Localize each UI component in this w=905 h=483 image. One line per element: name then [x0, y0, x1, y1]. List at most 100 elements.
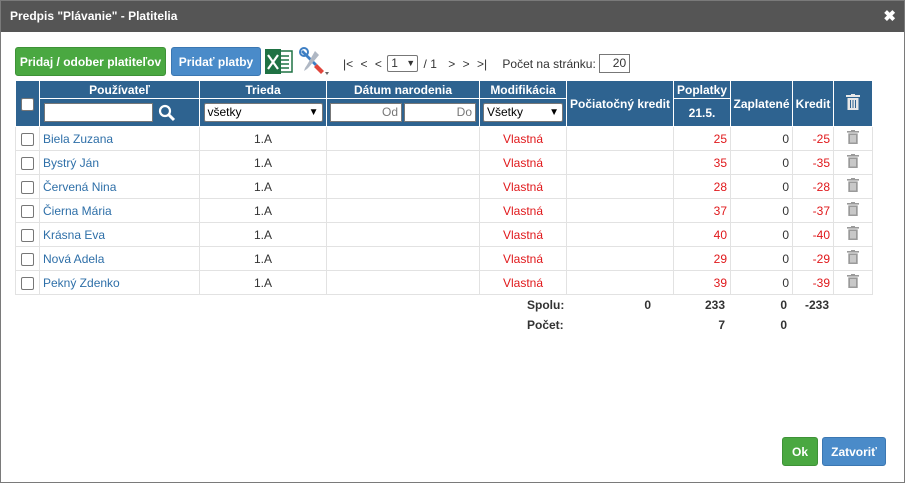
row-checkbox[interactable] [21, 252, 34, 266]
fee-cell[interactable]: 28 [673, 174, 731, 199]
modification-cell[interactable]: Vlastná [479, 198, 567, 223]
col-modification[interactable]: Modifikácia [479, 80, 567, 99]
col-class[interactable]: Trieda [199, 80, 327, 99]
pager-next[interactable]: > [448, 57, 455, 71]
add-payments-button[interactable]: Pridať platby [171, 47, 261, 76]
modification-cell[interactable]: Vlastná [479, 246, 567, 271]
per-page-input[interactable]: 20 [599, 54, 631, 73]
modification-filter-select[interactable]: Všetky ▼ [483, 103, 563, 122]
user-name-link[interactable]: Červená Nina [43, 180, 116, 194]
trash-icon[interactable] [847, 178, 859, 192]
initial-credit-cell [566, 174, 674, 199]
tools-icon[interactable] [299, 47, 331, 77]
fee-cell[interactable]: 25 [673, 126, 731, 151]
row-checkbox[interactable] [21, 204, 34, 218]
payers-table: Používateľ Trieda Dátum narodenia Modifi… [15, 80, 873, 295]
pager-prev-fast[interactable]: < [360, 57, 367, 71]
pager-last[interactable]: >| [477, 57, 487, 71]
user-name-link[interactable]: Čierna Mária [43, 204, 112, 218]
page-count: / 1 [423, 56, 437, 71]
modification-cell[interactable]: Vlastná [479, 150, 567, 175]
close-icon[interactable]: ✖ [883, 1, 896, 32]
modification-cell[interactable]: Vlastná [479, 126, 567, 151]
add-remove-payers-button[interactable]: Pridaj / odober platiteľov [15, 47, 166, 76]
delete-cell [833, 150, 873, 175]
col-initial-credit[interactable]: Počiatočný kredit [566, 80, 674, 127]
delete-cell [833, 246, 873, 271]
chevron-down-icon: ▼ [549, 107, 559, 118]
row-select-cell [15, 222, 40, 247]
col-birth-date[interactable]: Dátum narodenia [326, 80, 480, 99]
class-filter-value: všetky [207, 105, 242, 119]
class-filter-select[interactable]: všetky ▼ [203, 103, 323, 122]
modification-cell[interactable]: Vlastná [479, 270, 567, 295]
fee-cell[interactable]: 37 [673, 198, 731, 223]
credit-cell: -37 [792, 198, 834, 223]
trash-icon[interactable] [846, 94, 860, 110]
class-cell: 1.A [199, 150, 327, 175]
col-fees[interactable]: Poplatky [673, 80, 731, 99]
class-cell: 1.A [199, 198, 327, 223]
user-name-link[interactable]: Nová Adela [43, 252, 104, 266]
search-icon[interactable] [158, 104, 176, 122]
ok-button[interactable]: Ok [782, 437, 818, 466]
fee-cell[interactable]: 35 [673, 150, 731, 175]
fee-cell[interactable]: 29 [673, 246, 731, 271]
trash-icon[interactable] [847, 274, 859, 288]
row-checkbox[interactable] [21, 228, 34, 242]
user-name-link[interactable]: Bystrý Ján [43, 156, 99, 170]
col-credit[interactable]: Kredit [792, 80, 834, 127]
row-select-cell [15, 174, 40, 199]
dialog-titlebar: Predpis "Plávanie" - Platitelia ✖ [1, 1, 904, 32]
date-to-input[interactable]: Do [404, 103, 476, 122]
date-from-input[interactable]: Od [330, 103, 402, 122]
table-row: Pekný Zdenko 1.A Vlastná 39 0 -39 [15, 270, 873, 295]
user-name-link[interactable]: Biela Zuzana [43, 132, 113, 146]
sum-initial: 0 [644, 298, 651, 312]
initial-credit-cell [566, 270, 674, 295]
paid-cell: 0 [730, 198, 793, 223]
trash-icon[interactable] [847, 226, 859, 240]
trash-icon[interactable] [847, 202, 859, 216]
select-all-checkbox[interactable] [21, 97, 34, 111]
class-filter-cell: všetky ▼ [199, 98, 327, 127]
pager-prev[interactable]: < [375, 57, 382, 71]
row-checkbox[interactable] [21, 156, 34, 170]
credit-cell: -28 [792, 174, 834, 199]
page-select[interactable]: 1 ▼ [387, 55, 419, 72]
excel-icon[interactable] [265, 49, 293, 74]
credit-cell: -25 [792, 126, 834, 151]
initial-credit-cell [566, 126, 674, 151]
trash-icon[interactable] [847, 250, 859, 264]
table-row: Čierna Mária 1.A Vlastná 37 0 -37 [15, 198, 873, 223]
row-checkbox[interactable] [21, 180, 34, 194]
trash-icon[interactable] [847, 130, 859, 144]
row-checkbox[interactable] [21, 132, 34, 146]
row-select-cell [15, 246, 40, 271]
row-select-cell [15, 126, 40, 151]
col-user[interactable]: Používateľ [39, 80, 200, 99]
count-fees: 7 [718, 318, 725, 332]
fee-cell[interactable]: 40 [673, 222, 731, 247]
fee-cell[interactable]: 39 [673, 270, 731, 295]
table-row: Nová Adela 1.A Vlastná 29 0 -29 [15, 246, 873, 271]
col-fee-date[interactable]: 21.5. [673, 98, 731, 127]
paid-cell: 0 [730, 126, 793, 151]
row-checkbox[interactable] [21, 276, 34, 290]
modification-cell[interactable]: Vlastná [479, 174, 567, 199]
modification-cell[interactable]: Vlastná [479, 222, 567, 247]
credit-cell: -40 [792, 222, 834, 247]
user-search-input[interactable] [44, 103, 153, 122]
user-name-link[interactable]: Krásna Eva [43, 228, 105, 242]
col-paid[interactable]: Zaplatené [730, 80, 793, 127]
class-cell: 1.A [199, 126, 327, 151]
close-button[interactable]: Zatvoriť [822, 437, 886, 466]
paid-cell: 0 [730, 246, 793, 271]
user-name-link[interactable]: Pekný Zdenko [43, 276, 120, 290]
user-name-cell: Bystrý Ján [39, 150, 200, 175]
class-cell: 1.A [199, 222, 327, 247]
pager-first[interactable]: |< [343, 57, 353, 71]
trash-icon[interactable] [847, 154, 859, 168]
pager-next-fast[interactable]: > [463, 57, 470, 71]
sum-credit: -233 [804, 298, 829, 312]
